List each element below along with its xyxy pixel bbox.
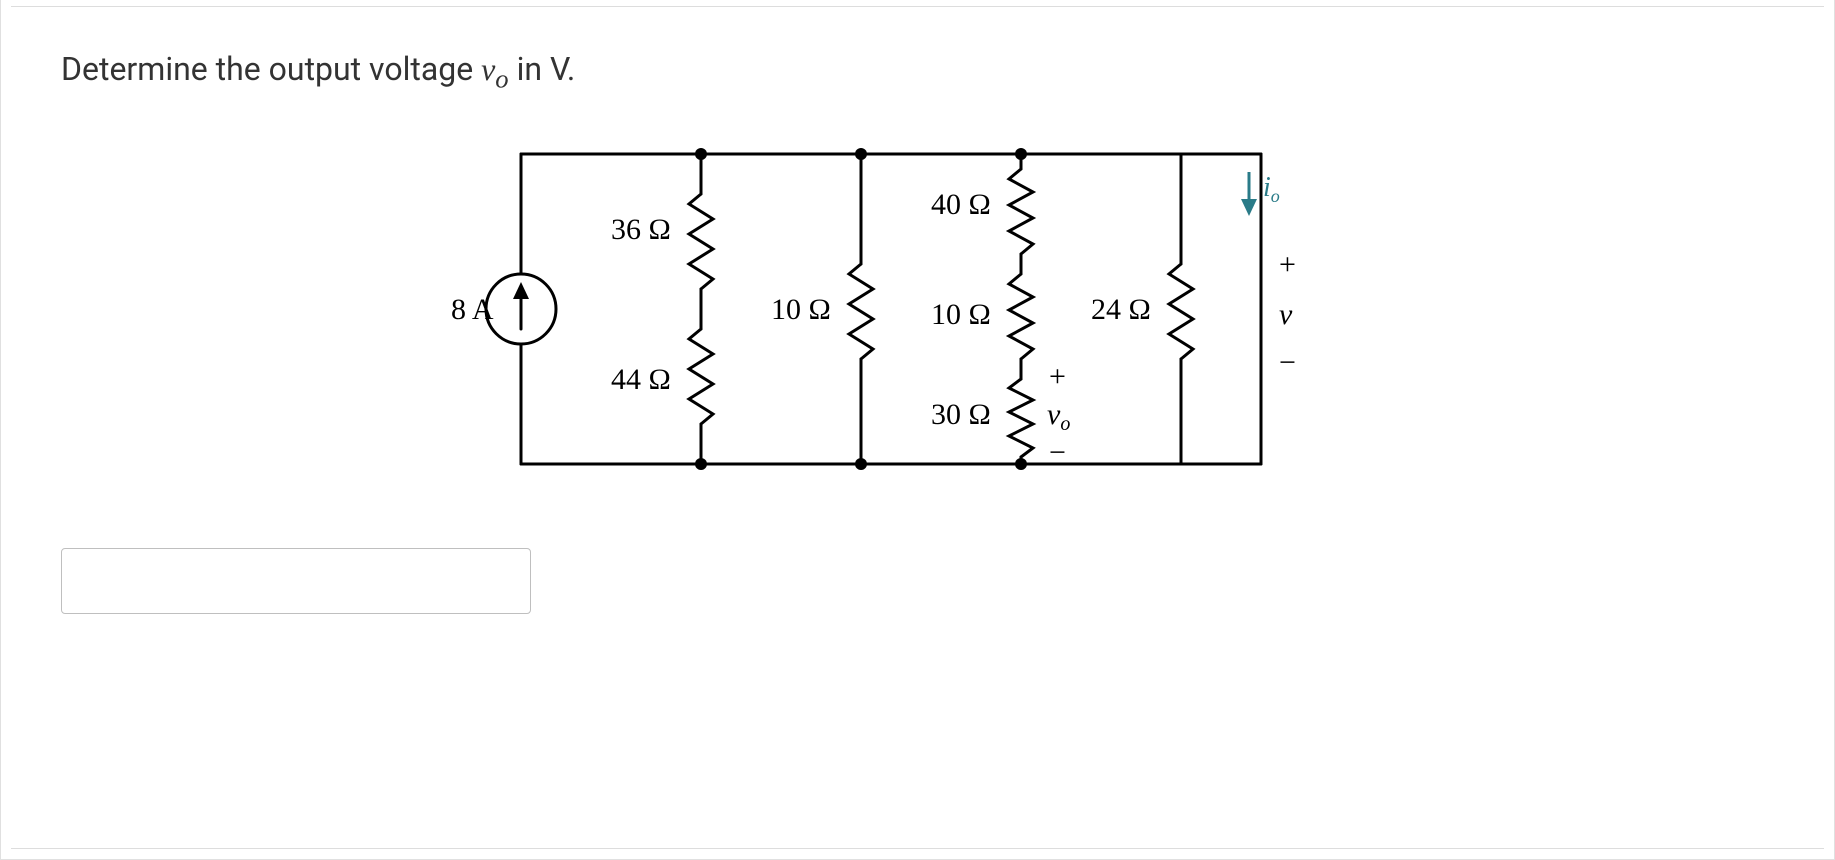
circuit-diagram: 8 A 36 Ω 44 Ω 10 Ω (61, 124, 1774, 508)
r10a-label: 10 Ω (771, 293, 831, 326)
r10b-label: 10 Ω (931, 298, 991, 331)
io-i: i (1263, 172, 1271, 203)
v-minus: − (1279, 346, 1296, 379)
answer-input[interactable] (61, 548, 531, 614)
svg-text:io: io (1263, 172, 1280, 206)
vo-plus: + (1049, 360, 1066, 393)
question-lead: Determine the output voltage (61, 50, 481, 88)
r24-label: 24 Ω (1091, 293, 1151, 326)
v-name: v (1279, 298, 1293, 331)
r36-label: 36 Ω (611, 213, 671, 246)
question-var-sub: o (495, 63, 508, 93)
io-sub: o (1271, 186, 1280, 206)
vo-sub: o (1060, 413, 1070, 435)
question-text: Determine the output voltage vo in V. (61, 50, 1774, 94)
r30-label: 30 Ω (931, 398, 991, 431)
question-var: v (481, 51, 495, 87)
vo-name: v (1047, 398, 1061, 431)
r44-label: 44 Ω (611, 363, 671, 396)
svg-text:vo: vo (1047, 398, 1070, 435)
source-label: 8 A (451, 293, 494, 326)
r40-label: 40 Ω (931, 188, 991, 221)
vo-minus: − (1049, 436, 1066, 469)
question-tail: in V. (509, 50, 576, 88)
v-plus: + (1279, 248, 1296, 281)
